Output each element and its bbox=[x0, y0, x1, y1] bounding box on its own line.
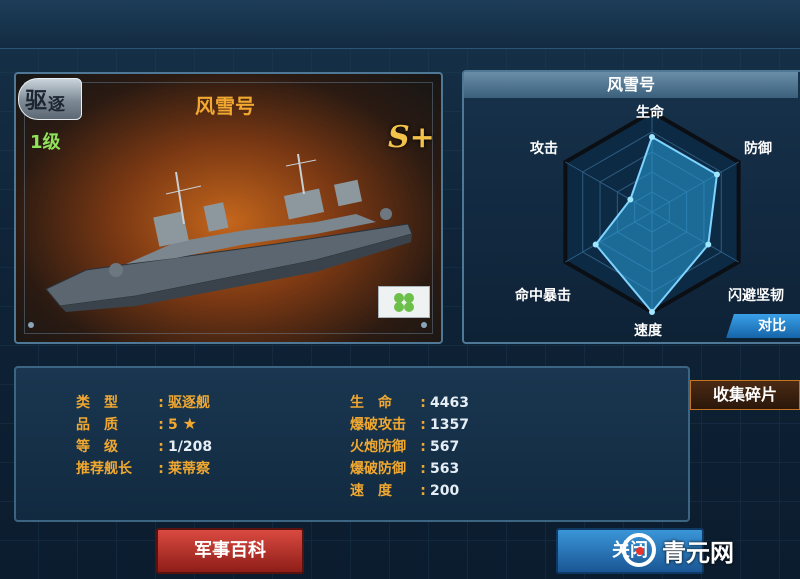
radar-label-speed: 速度 bbox=[634, 323, 662, 339]
info-key: 推荐舰长 bbox=[76, 461, 132, 477]
info-row-blast-attack: 爆破攻击:1357 bbox=[350, 414, 469, 434]
info-colon: : bbox=[158, 461, 164, 477]
info-row-level: 等 级:1/208 bbox=[76, 436, 212, 456]
rivet bbox=[28, 322, 34, 328]
info-value: 563 bbox=[430, 461, 460, 477]
info-key: 等 级 bbox=[76, 439, 118, 455]
info-key: 类 型 bbox=[76, 395, 118, 411]
clover-emblem bbox=[378, 286, 430, 318]
ship-type-badge-char1: 驱 bbox=[25, 89, 48, 114]
info-row-captain: 推荐舰长: 莱蒂察 bbox=[76, 458, 210, 478]
info-colon: : bbox=[420, 439, 426, 455]
compare-button-label: 对比 bbox=[758, 318, 786, 334]
info-key: 火炮防御 bbox=[350, 439, 406, 455]
info-value: 驱逐舰 bbox=[168, 395, 210, 411]
info-key: 速 度 bbox=[350, 483, 392, 499]
ship-level: 1级 bbox=[30, 132, 61, 153]
info-value: 1357 bbox=[430, 417, 469, 433]
encyclopedia-button[interactable]: 军事百科 bbox=[156, 528, 304, 574]
info-colon: : bbox=[158, 439, 164, 455]
info-value: 200 bbox=[430, 483, 460, 499]
info-colon: : bbox=[158, 395, 164, 411]
star-icon: ★ bbox=[182, 414, 197, 433]
info-value: 莱蒂察 bbox=[168, 461, 210, 477]
info-value: 1/208 bbox=[168, 439, 213, 455]
clover-icon bbox=[394, 293, 414, 312]
radar-label-accuracy: 命中暴击 bbox=[515, 288, 571, 304]
radar-label-attack: 攻击 bbox=[530, 141, 558, 157]
info-key: 生 命 bbox=[350, 395, 392, 411]
info-value: 4463 bbox=[430, 395, 469, 411]
info-row-hp: 生 命:4463 bbox=[350, 392, 469, 412]
info-colon: : bbox=[420, 395, 426, 411]
info-colon: : bbox=[420, 483, 426, 499]
radar-title: 风雪号 bbox=[464, 72, 798, 98]
ship-type-badge: 驱 逐 bbox=[18, 78, 82, 120]
radar-label-hp: 生命 bbox=[636, 105, 664, 121]
info-row-speed: 速 度:200 bbox=[350, 480, 459, 500]
watermark: 青元网 bbox=[622, 530, 734, 570]
info-row-quality: 品 质:5 ★ bbox=[76, 414, 197, 434]
info-key: 爆破防御 bbox=[350, 461, 406, 477]
compare-button[interactable]: 对比 bbox=[726, 314, 800, 338]
info-key: 爆破攻击 bbox=[350, 417, 406, 433]
info-colon: : bbox=[158, 417, 164, 433]
radar-label-evasion: 闪避坚韧 bbox=[728, 288, 784, 304]
info-value: 567 bbox=[430, 439, 460, 455]
info-key: 品 质 bbox=[76, 417, 118, 433]
radar-label-defense: 防御 bbox=[744, 141, 772, 157]
ship-name: 风雪号 bbox=[195, 94, 255, 118]
info-row-blast-defense: 爆破防御:563 bbox=[350, 458, 459, 478]
ship-type-badge-char2: 逐 bbox=[48, 94, 66, 115]
ship-rank: S+ bbox=[388, 120, 435, 155]
ship-hull bbox=[45, 153, 413, 312]
info-row-type: 类 型: 驱逐舰 bbox=[76, 392, 210, 412]
watermark-text: 青元网 bbox=[662, 538, 734, 567]
info-colon: : bbox=[420, 461, 426, 477]
info-colon: : bbox=[420, 417, 426, 433]
top-bar bbox=[0, 0, 800, 49]
info-row-gun-defense: 火炮防御:567 bbox=[350, 436, 459, 456]
info-value: 5 bbox=[168, 417, 178, 433]
watermark-logo-icon bbox=[622, 533, 656, 567]
collect-fragments-button[interactable]: 收集碎片 bbox=[690, 380, 800, 410]
rivet bbox=[421, 322, 427, 328]
